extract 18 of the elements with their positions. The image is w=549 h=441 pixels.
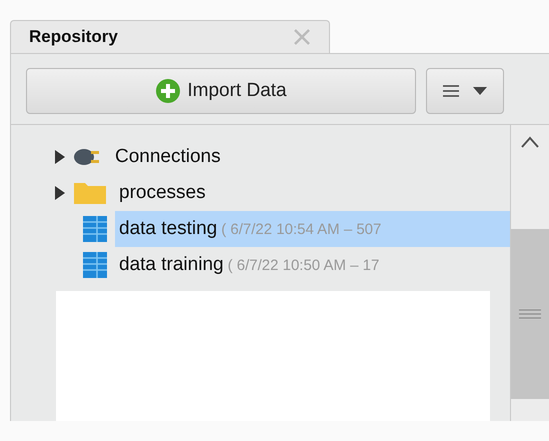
- tree-item[interactable]: data testing ( 6/7/22 10:54 AM – 507: [115, 211, 510, 247]
- data-table-icon: [83, 216, 107, 242]
- tree-item[interactable]: processes: [115, 175, 210, 211]
- caret-icon: [473, 87, 487, 95]
- scrollbar-thumb[interactable]: [511, 229, 549, 399]
- menu-button[interactable]: [426, 68, 504, 114]
- data-table-icon: [83, 252, 107, 278]
- repository-tab[interactable]: Repository: [10, 20, 330, 53]
- menu-icon: [443, 85, 459, 97]
- import-data-button[interactable]: Import Data: [26, 68, 416, 114]
- folder-icon: [73, 181, 107, 205]
- expand-arrow-icon[interactable]: [55, 186, 65, 200]
- expand-arrow-icon[interactable]: [55, 150, 65, 164]
- plus-icon: [155, 78, 182, 104]
- tree-item[interactable]: data training ( 6/7/22 10:50 AM – 17: [115, 247, 384, 283]
- scroll-up-icon[interactable]: [520, 135, 540, 149]
- grip-icon: [519, 309, 541, 319]
- tree-item[interactable]: Connections: [111, 139, 225, 175]
